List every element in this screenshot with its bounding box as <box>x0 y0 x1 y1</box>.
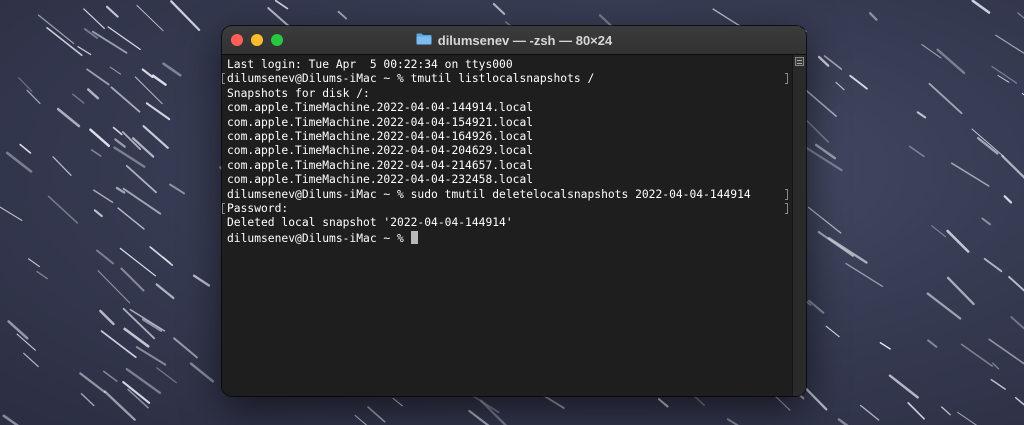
title-bar[interactable]: dilumsenev — -zsh — 80×24 <box>222 26 806 55</box>
mark-right <box>785 188 788 200</box>
command-line: dilumsenev@Dilums-iMac ~ % sudo tmutil d… <box>227 187 751 201</box>
mark-right <box>785 202 788 214</box>
terminal-content[interactable]: Last login: Tue Apr 5 00:22:34 on ttys00… <box>222 55 792 396</box>
snapshot-line: com.apple.TimeMachine.2022-04-04-214657.… <box>227 158 534 172</box>
mark-right <box>785 73 788 85</box>
terminal-line: dilumsenev@Dilums-iMac ~ % <box>227 230 792 245</box>
snapshot-line: com.apple.TimeMachine.2022-04-04-232458.… <box>227 173 534 187</box>
terminal-line: dilumsenev@Dilums-iMac ~ % tmutil listlo… <box>222 72 792 86</box>
prompt: dilumsenev@Dilums-iMac ~ % <box>227 231 411 245</box>
list-icon[interactable] <box>795 57 804 66</box>
mark-left <box>222 73 225 85</box>
terminal-line: Deleted local snapshot '2022-04-04-14491… <box>227 216 513 230</box>
terminal-line: Password: <box>222 201 792 216</box>
snapshot-line: com.apple.TimeMachine.2022-04-04-164926.… <box>227 129 534 143</box>
mark-left <box>222 202 225 214</box>
window-title: dilumsenev — -zsh — 80×24 <box>437 32 613 48</box>
terminal-line: Snapshots for disk /: <box>227 86 370 100</box>
folder-icon <box>416 33 432 45</box>
text-cursor <box>410 230 418 244</box>
snapshot-line: com.apple.TimeMachine.2022-04-04-154921.… <box>227 115 534 129</box>
terminal-line: dilumsenev@Dilums-iMac ~ % sudo tmutil d… <box>227 188 792 202</box>
terminal-window[interactable]: dilumsenev — -zsh — 80×24 Last login: Tu… <box>222 26 806 396</box>
snapshot-line: com.apple.TimeMachine.2022-04-04-144914.… <box>227 101 534 115</box>
scrollbar[interactable] <box>792 55 806 396</box>
command-line: dilumsenev@Dilums-iMac ~ % tmutil listlo… <box>227 72 595 86</box>
snapshot-line: com.apple.TimeMachine.2022-04-04-204629.… <box>227 144 534 158</box>
terminal-line: Last login: Tue Apr 5 00:22:34 on ttys00… <box>227 58 513 71</box>
password-prompt: Password: <box>227 201 289 215</box>
